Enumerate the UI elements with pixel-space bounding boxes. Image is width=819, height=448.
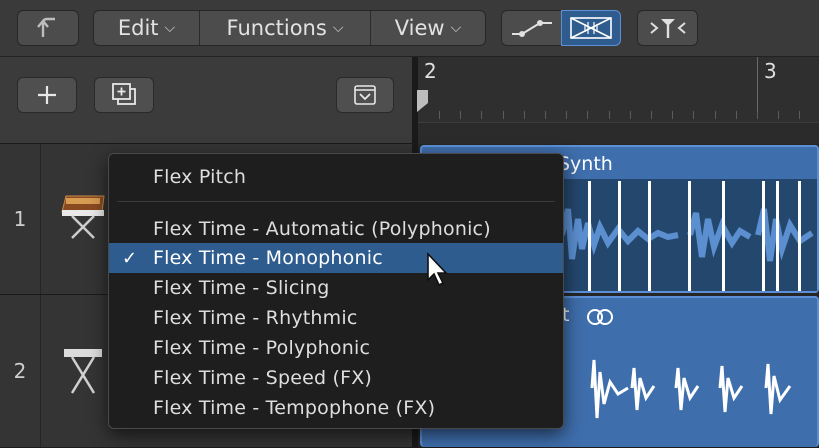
- automation-curve-icon: [511, 20, 552, 37]
- plus-icon: [38, 86, 56, 104]
- flex-marker[interactable]: [722, 181, 725, 291]
- menu-item-label: Flex Time - Monophonic: [153, 247, 383, 269]
- chevron-down-icon: ⌵: [332, 20, 344, 36]
- ruler-tick: [439, 111, 440, 119]
- mouse-pointer-icon: [427, 252, 448, 287]
- menu-item-label: Flex Time - Slicing: [153, 277, 330, 299]
- menu-item-label: Flex Pitch: [153, 166, 247, 188]
- region-name: Synth: [558, 153, 613, 175]
- ruler-tick: [587, 111, 589, 119]
- ruler-tick: [757, 111, 758, 119]
- flex-marker[interactable]: [648, 181, 651, 291]
- flex-marker[interactable]: [618, 181, 621, 291]
- ruler-tick: [799, 111, 801, 119]
- menu-item-label: Flex Time - Rhythmic: [153, 307, 358, 329]
- ruler-tick: [481, 111, 483, 119]
- chevron-down-icon: ⌵: [164, 20, 176, 36]
- flex-bowtie-icon: [570, 17, 612, 39]
- menu-item-flex-time-rhythmic[interactable]: Flex Time - Rhythmic: [109, 303, 563, 333]
- track-number: 1: [0, 144, 41, 294]
- collapse-button[interactable]: [336, 77, 394, 113]
- ruler-tick: [460, 111, 462, 119]
- ruler-tick: [502, 111, 504, 119]
- functions-menu-label: Functions: [226, 16, 327, 40]
- menu-item-flex-time-polyphonic[interactable]: Flex Time - Polyphonic: [109, 333, 563, 363]
- menu-item-flex-time-automatic[interactable]: Flex Time - Automatic (Polyphonic): [109, 214, 563, 244]
- ruler-tick: [672, 111, 674, 119]
- automation-button[interactable]: [501, 10, 562, 46]
- flex-mode-popup-menu: Flex Pitch Flex Time - Automatic (Polyph…: [108, 153, 564, 429]
- ruler-tick: [545, 111, 546, 119]
- ruler-tick: [778, 111, 780, 119]
- ruler-tick: [714, 111, 716, 119]
- menu-item-flex-pitch[interactable]: Flex Pitch: [109, 162, 563, 192]
- functions-menu[interactable]: Functions ⌵: [200, 11, 371, 45]
- ruler-strip: [418, 122, 819, 146]
- catch-button[interactable]: [637, 10, 698, 46]
- keyboard-stand-icon: [64, 349, 102, 394]
- menu-item-flex-time-tempophone[interactable]: Flex Time - Tempophone (FX): [109, 393, 563, 423]
- collapse-chevron-icon: [354, 85, 376, 105]
- track-number: 2: [0, 295, 41, 447]
- ruler[interactable]: 2 3: [416, 57, 819, 122]
- back-button[interactable]: [17, 10, 79, 46]
- flex-button[interactable]: [561, 10, 621, 46]
- menu-group: Edit ⌵ Functions ⌵ View ⌵: [93, 10, 486, 46]
- edit-menu-label: Edit: [117, 16, 159, 40]
- ruler-tick: [651, 111, 652, 119]
- duplicate-track-icon: [112, 83, 136, 105]
- add-track-button[interactable]: [17, 77, 77, 113]
- menu-item-label: Flex Time - Speed (FX): [153, 367, 373, 389]
- control-bar: Edit ⌵ Functions ⌵ View ⌵: [0, 0, 819, 57]
- flex-marker[interactable]: [798, 181, 801, 291]
- ruler-tick: [608, 111, 610, 119]
- menu-separator: [117, 201, 555, 202]
- view-menu-label: View: [394, 16, 445, 40]
- menu-item-flex-time-monophonic[interactable]: ✓ Flex Time - Monophonic: [109, 243, 563, 273]
- menu-item-label: Flex Time - Tempophone (FX): [153, 397, 436, 419]
- track-header-toolbar: [0, 57, 412, 143]
- ruler-tick: [566, 111, 568, 119]
- ruler-tick: [629, 111, 631, 119]
- menu-item-flex-time-slicing[interactable]: Flex Time - Slicing: [109, 273, 563, 303]
- ruler-tick: [735, 111, 737, 119]
- menu-item-label: Flex Time - Polyphonic: [153, 337, 371, 359]
- flex-marker[interactable]: [588, 181, 591, 291]
- menu-item-flex-time-speed[interactable]: Flex Time - Speed (FX): [109, 363, 563, 393]
- ruler-tick: [523, 111, 525, 119]
- bar-number: 3: [764, 59, 777, 83]
- catch-playhead-icon: [649, 19, 686, 38]
- menu-item-label: Flex Time - Automatic (Polyphonic): [153, 218, 491, 240]
- curved-up-arrow-icon: [37, 17, 55, 37]
- loop-rings-icon: [587, 309, 613, 325]
- flex-marker[interactable]: [776, 181, 779, 291]
- playhead-marker-icon[interactable]: [416, 89, 430, 113]
- view-menu[interactable]: View ⌵: [371, 11, 485, 45]
- flex-marker[interactable]: [762, 181, 765, 291]
- chevron-down-icon: ⌵: [450, 20, 462, 36]
- edit-menu[interactable]: Edit ⌵: [94, 11, 200, 45]
- ruler-tick: [693, 111, 695, 119]
- flex-marker[interactable]: [688, 181, 691, 291]
- bar-number: 2: [424, 59, 437, 83]
- checkmark-icon: ✓: [122, 247, 138, 269]
- duplicate-track-button[interactable]: [94, 77, 154, 113]
- synth-keyboard-icon: [61, 195, 105, 239]
